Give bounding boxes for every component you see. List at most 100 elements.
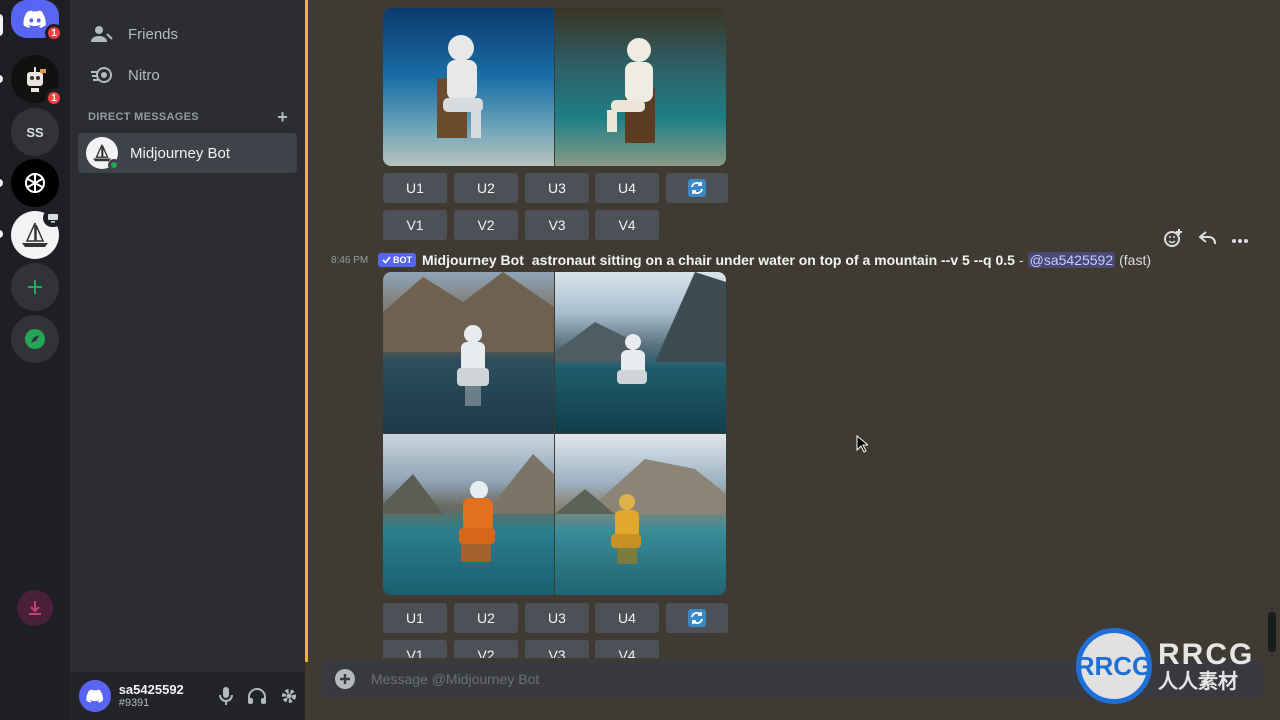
gear-icon xyxy=(282,689,297,703)
download-icon xyxy=(29,601,41,615)
server-initials: SS xyxy=(26,124,44,140)
bot-label: BOT xyxy=(393,255,412,265)
unread-indicator xyxy=(0,179,3,187)
reply-icon xyxy=(1198,230,1216,244)
variation-button-3[interactable]: V3 xyxy=(525,210,589,240)
astronaut-lake-icon xyxy=(555,459,726,564)
generated-image[interactable] xyxy=(555,8,726,166)
plus-icon xyxy=(28,280,42,294)
astronaut-lake-icon xyxy=(555,272,726,384)
user-names[interactable]: sa5425592 #9391 xyxy=(119,682,210,710)
astronaut-underwater-icon xyxy=(437,35,483,138)
user-mention[interactable]: @sa5425592 xyxy=(1027,252,1116,268)
username: sa5425592 xyxy=(118,682,184,697)
message-separator: - xyxy=(1018,252,1024,268)
upscale-button-3[interactable]: U3 xyxy=(525,603,589,633)
monitor-badge xyxy=(43,209,63,227)
download-apps-button[interactable] xyxy=(17,590,53,626)
astronaut-lake-icon xyxy=(383,272,554,406)
attach-button[interactable] xyxy=(335,669,355,689)
nitro-icon xyxy=(90,63,114,87)
openai-logo-icon xyxy=(25,173,45,193)
message-actions-toolbar xyxy=(1156,224,1256,256)
nav-label: Nitro xyxy=(128,66,160,84)
notification-badge: 1 xyxy=(45,89,63,107)
more-button[interactable] xyxy=(1231,231,1249,249)
variation-button-1[interactable]: V1 xyxy=(383,640,447,658)
dm-header-label: DIRECT MESSAGES xyxy=(88,111,199,123)
upscale-button-3[interactable]: U3 xyxy=(525,173,589,203)
upscale-button-2[interactable]: U2 xyxy=(454,603,518,633)
variation-row-clip: V1 V2 V3 V4 xyxy=(383,640,733,658)
generated-image[interactable] xyxy=(383,434,554,595)
home-button[interactable]: 1 xyxy=(11,0,63,42)
server-openai[interactable] xyxy=(11,159,59,207)
variation-button-3[interactable]: V3 xyxy=(525,640,589,658)
reply-button[interactable] xyxy=(1198,230,1216,251)
deafen-button[interactable] xyxy=(242,680,274,712)
nav-label: Friends xyxy=(128,25,179,43)
mouse-cursor-icon xyxy=(856,435,868,453)
microphone-icon xyxy=(218,687,233,705)
dm-midjourney-bot[interactable]: Midjourney Bot xyxy=(78,133,297,173)
dm-section-header: DIRECT MESSAGES + xyxy=(88,108,288,126)
variation-button-2[interactable]: V2 xyxy=(454,210,518,240)
refresh-icon xyxy=(688,179,706,197)
nav-nitro[interactable]: Nitro xyxy=(78,55,297,95)
message-input[interactable] xyxy=(371,671,971,687)
server-robot[interactable]: 1 xyxy=(11,55,63,107)
message-header: BOT Midjourney Bot astronaut sitting on … xyxy=(378,251,1151,269)
upscale-button-4[interactable]: U4 xyxy=(595,173,659,203)
server-rail: 1 1 SS xyxy=(0,0,70,720)
discord-logo-icon xyxy=(86,689,103,703)
explore-servers-button[interactable] xyxy=(11,315,59,363)
watermark-subtitle: 人人素材 xyxy=(1158,671,1238,693)
nav-friends[interactable]: Friends xyxy=(78,14,297,54)
generation-speed: (fast) xyxy=(1119,252,1152,268)
mute-button[interactable] xyxy=(210,680,242,712)
watermark-text: RRCG 人人素材 xyxy=(1158,638,1255,694)
upscale-button-1[interactable]: U1 xyxy=(383,173,447,203)
notification-badge: 1 xyxy=(45,24,63,42)
variation-button-2[interactable]: V2 xyxy=(454,640,518,658)
generated-image[interactable] xyxy=(555,272,726,433)
discord-app: 1 1 SS Friends Nitro DIRECT MESSAGES + M… xyxy=(0,0,1280,720)
astronaut-lake-icon xyxy=(383,454,554,562)
user-settings-button[interactable] xyxy=(273,680,305,712)
upscale-button-4[interactable]: U4 xyxy=(595,603,659,633)
avatar xyxy=(86,137,120,171)
add-server-button[interactable] xyxy=(11,263,59,311)
variation-button-4[interactable]: V4 xyxy=(595,640,659,658)
server-midjourney[interactable] xyxy=(11,209,63,259)
server-ss[interactable]: SS xyxy=(11,108,59,156)
plus-circle-icon xyxy=(340,674,350,684)
image-grid[interactable] xyxy=(383,272,726,595)
message-author[interactable]: Midjourney Bot xyxy=(422,252,524,268)
variation-button-1[interactable]: V1 xyxy=(383,210,447,240)
reroll-button[interactable] xyxy=(666,173,728,203)
unread-indicator xyxy=(0,75,3,83)
discord-logo-icon xyxy=(23,10,46,28)
generated-image[interactable] xyxy=(555,434,726,595)
user-panel: sa5425592 #9391 xyxy=(70,672,305,720)
create-dm-button[interactable]: + xyxy=(277,108,288,126)
generated-image[interactable] xyxy=(383,8,554,166)
robot-avatar-icon xyxy=(27,67,46,92)
headphones-icon xyxy=(248,688,267,704)
reroll-button[interactable] xyxy=(666,603,728,633)
dm-sidebar: Friends Nitro DIRECT MESSAGES + Midjourn… xyxy=(70,0,305,672)
refresh-icon xyxy=(688,609,706,627)
add-reaction-button[interactable] xyxy=(1163,228,1183,253)
avatar[interactable] xyxy=(79,680,111,712)
friends-icon xyxy=(90,22,114,46)
watermark-title: RRCG xyxy=(1158,638,1255,671)
generated-image[interactable] xyxy=(383,272,554,433)
more-icon xyxy=(1231,239,1248,243)
upscale-button-2[interactable]: U2 xyxy=(454,173,518,203)
check-icon xyxy=(382,256,391,264)
compass-icon xyxy=(25,329,45,349)
variation-button-4[interactable]: V4 xyxy=(595,210,659,240)
mention-highlight-bar xyxy=(305,0,308,662)
upscale-button-1[interactable]: U1 xyxy=(383,603,447,633)
image-grid-previous[interactable] xyxy=(383,8,726,166)
